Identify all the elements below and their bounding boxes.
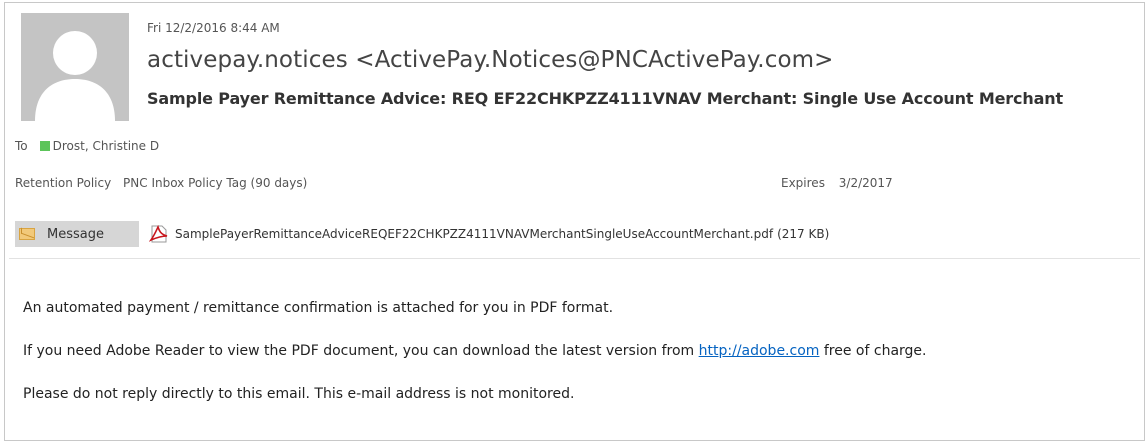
expires-value: 3/2/2017 xyxy=(838,176,893,190)
retention-value: PNC Inbox Policy Tag (90 days) xyxy=(123,176,308,190)
attachment-size: (217 KB) xyxy=(777,227,830,241)
body-line-2-suffix: free of charge. xyxy=(823,343,927,359)
message-tab[interactable]: Message xyxy=(15,221,139,247)
sender-name[interactable]: activepay.notices <ActivePay.Notices@PNC… xyxy=(147,47,834,73)
sender-avatar[interactable] xyxy=(21,13,129,121)
adobe-link[interactable]: http://adobe.com xyxy=(699,343,820,359)
body-line-1: An automated payment / remittance confir… xyxy=(23,300,614,316)
sent-date: Fri 12/2/2016 8:44 AM xyxy=(147,21,280,35)
body-line-2: If you need Adobe Reader to view the PDF… xyxy=(23,343,926,359)
email-reading-pane: Fri 12/2/2016 8:44 AM activepay.notices … xyxy=(4,2,1145,441)
email-subject: Sample Payer Remittance Advice: REQ EF22… xyxy=(147,89,1063,108)
recipient-row: To Drost, Christine D xyxy=(15,139,159,153)
envelope-icon xyxy=(19,228,35,240)
attachment-bar: Message SamplePayerRemittanceAdviceREQEF… xyxy=(15,221,1141,247)
presence-indicator-icon xyxy=(39,141,50,151)
expiry-info: Expires 3/2/2017 xyxy=(781,176,893,190)
attachment-filename: SamplePayerRemittanceAdviceREQEF22CHKPZZ… xyxy=(175,227,774,241)
pdf-attachment[interactable]: SamplePayerRemittanceAdviceREQEF22CHKPZZ… xyxy=(149,221,829,247)
pdf-icon xyxy=(149,225,168,243)
retention-label: Retention Policy xyxy=(15,176,112,190)
message-tab-label: Message xyxy=(47,226,104,242)
retention-policy: Retention Policy PNC Inbox Policy Tag (9… xyxy=(15,176,307,190)
body-line-3: Please do not reply directly to this ema… xyxy=(23,386,575,402)
to-label: To xyxy=(15,139,28,153)
expires-label: Expires xyxy=(781,176,825,190)
header-divider xyxy=(9,258,1140,259)
recipient-name[interactable]: Drost, Christine D xyxy=(53,139,159,153)
body-line-2-text: If you need Adobe Reader to view the PDF… xyxy=(23,343,695,359)
default-person-icon xyxy=(21,13,129,121)
